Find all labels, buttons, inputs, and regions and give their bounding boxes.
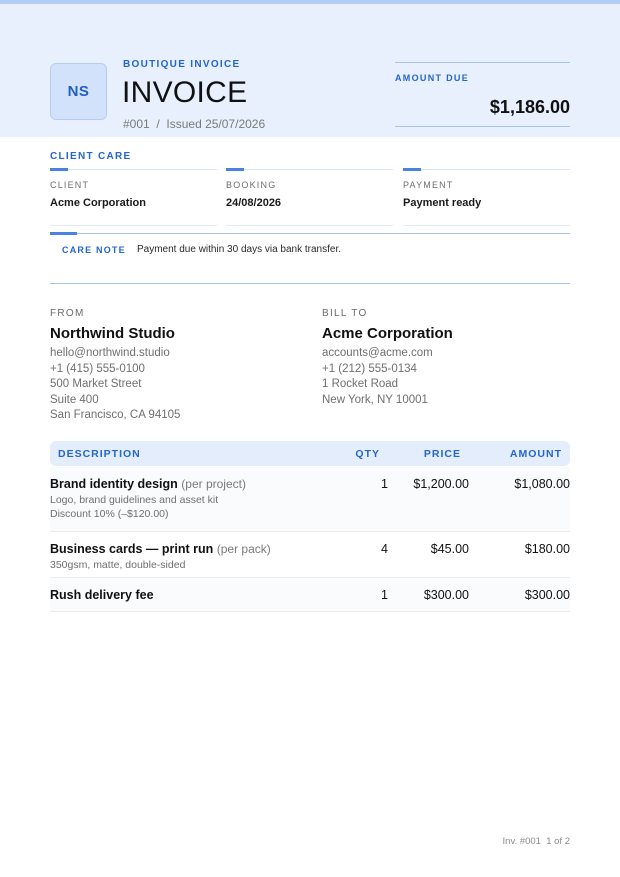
footer-page-number: 1 of 2 (546, 836, 570, 847)
from-block: FROM Northwind Studio hello@northwind.st… (50, 308, 300, 424)
line-items-header: DESCRIPTION QTY PRICE AMOUNT (50, 441, 570, 466)
header-amount: AMOUNT (509, 448, 562, 460)
header-price: PRICE (423, 448, 461, 460)
invoice-title: INVOICE (122, 76, 248, 109)
care-field-accent (226, 168, 244, 171)
from-city: San Francisco, CA 94105 (50, 409, 181, 422)
bill-to-email: accounts@acme.com (322, 347, 433, 359)
logo-initials: NS (67, 83, 90, 100)
table-row: Rush delivery fee 1 $300.00 $300.00 (50, 578, 570, 612)
item-name: Business cards — print run (50, 542, 214, 556)
item-name: Brand identity design (50, 477, 178, 491)
item-unit: (per project) (181, 477, 246, 491)
item-name: Rush delivery fee (50, 588, 154, 602)
item-price: $1,200.00 (413, 477, 469, 491)
bill-to-street: 1 Rocket Road (322, 378, 399, 391)
care-field-label: BOOKING (226, 180, 277, 190)
table-row: Business cards — print run (per pack) 35… (50, 532, 570, 578)
care-field-accent (50, 168, 68, 171)
item-price: $300.00 (423, 588, 469, 602)
invoice-number: #001 (123, 117, 150, 131)
item-description: Rush delivery fee (50, 588, 154, 602)
item-price: $45.00 (430, 542, 469, 556)
from-email: hello@northwind.studio (50, 347, 170, 359)
issued-date: Issued 25/07/2026 (166, 117, 266, 131)
care-field-booking: BOOKING 24/08/2026 (226, 168, 393, 226)
care-field-value: Acme Corporation (50, 197, 146, 209)
item-amount: $1,080.00 (514, 477, 570, 491)
from-phone: +1 (415) 555-0100 (50, 362, 145, 375)
header-qty: QTY (355, 448, 380, 460)
meta-separator: / (156, 117, 160, 131)
item-description: Business cards — print run (per pack) (50, 542, 271, 556)
item-amount: $180.00 (524, 542, 570, 556)
item-detail: 350gsm, matte, double-sided (50, 559, 186, 571)
item-detail: Logo, brand guidelines and asset kit (50, 494, 219, 506)
from-suite: Suite 400 (50, 393, 99, 406)
care-field-label: PAYMENT (403, 180, 454, 190)
table-row: Brand identity design (per project) Logo… (50, 467, 570, 532)
item-amount: $300.00 (524, 588, 570, 602)
from-label: FROM (50, 308, 85, 319)
care-note-text: Payment due within 30 days via bank tran… (137, 244, 342, 255)
amount-due-box: AMOUNT DUE $1,186.00 (395, 62, 570, 127)
bill-to-city: New York, NY 10001 (322, 393, 428, 406)
item-unit: (per pack) (216, 542, 271, 556)
footer-invoice-ref: Inv. #001 (502, 836, 541, 847)
bill-to-name: Acme Corporation (322, 325, 453, 342)
care-field-value: Payment ready (403, 197, 482, 209)
care-field-value: 24/08/2026 (226, 197, 282, 209)
invoice-meta: #001 / Issued 25/07/2026 (123, 117, 265, 131)
item-description: Brand identity design (per project) (50, 477, 246, 491)
care-note-label: CARE NOTE (62, 245, 126, 255)
bill-to-label: BILL TO (322, 308, 368, 319)
care-note: CARE NOTE Payment due within 30 days via… (50, 232, 570, 284)
care-field-accent (403, 168, 421, 171)
invoice-eyebrow: BOUTIQUE INVOICE (123, 59, 241, 70)
care-field-client: CLIENT Acme Corporation (50, 168, 217, 226)
item-qty: 4 (381, 542, 388, 556)
item-discount: Discount 10% (–$120.00) (50, 508, 169, 520)
item-qty: 1 (381, 477, 388, 491)
bill-to-phone: +1 (212) 555-0134 (322, 362, 417, 375)
bill-to-block: BILL TO Acme Corporation accounts@acme.c… (322, 308, 572, 408)
page-footer: Inv. #001 1 of 2 (503, 836, 570, 847)
from-street: 500 Market Street (50, 378, 142, 391)
amount-due-value: $1,186.00 (489, 97, 570, 117)
company-logo: NS (50, 63, 107, 120)
client-care-title: CLIENT CARE (50, 151, 132, 162)
care-field-payment: PAYMENT Payment ready (403, 168, 570, 226)
care-field-label: CLIENT (50, 180, 90, 190)
header-description: DESCRIPTION (58, 448, 141, 460)
amount-due-label: AMOUNT DUE (395, 73, 469, 83)
care-note-accent (50, 232, 77, 235)
from-name: Northwind Studio (50, 325, 175, 342)
item-qty: 1 (381, 588, 388, 602)
